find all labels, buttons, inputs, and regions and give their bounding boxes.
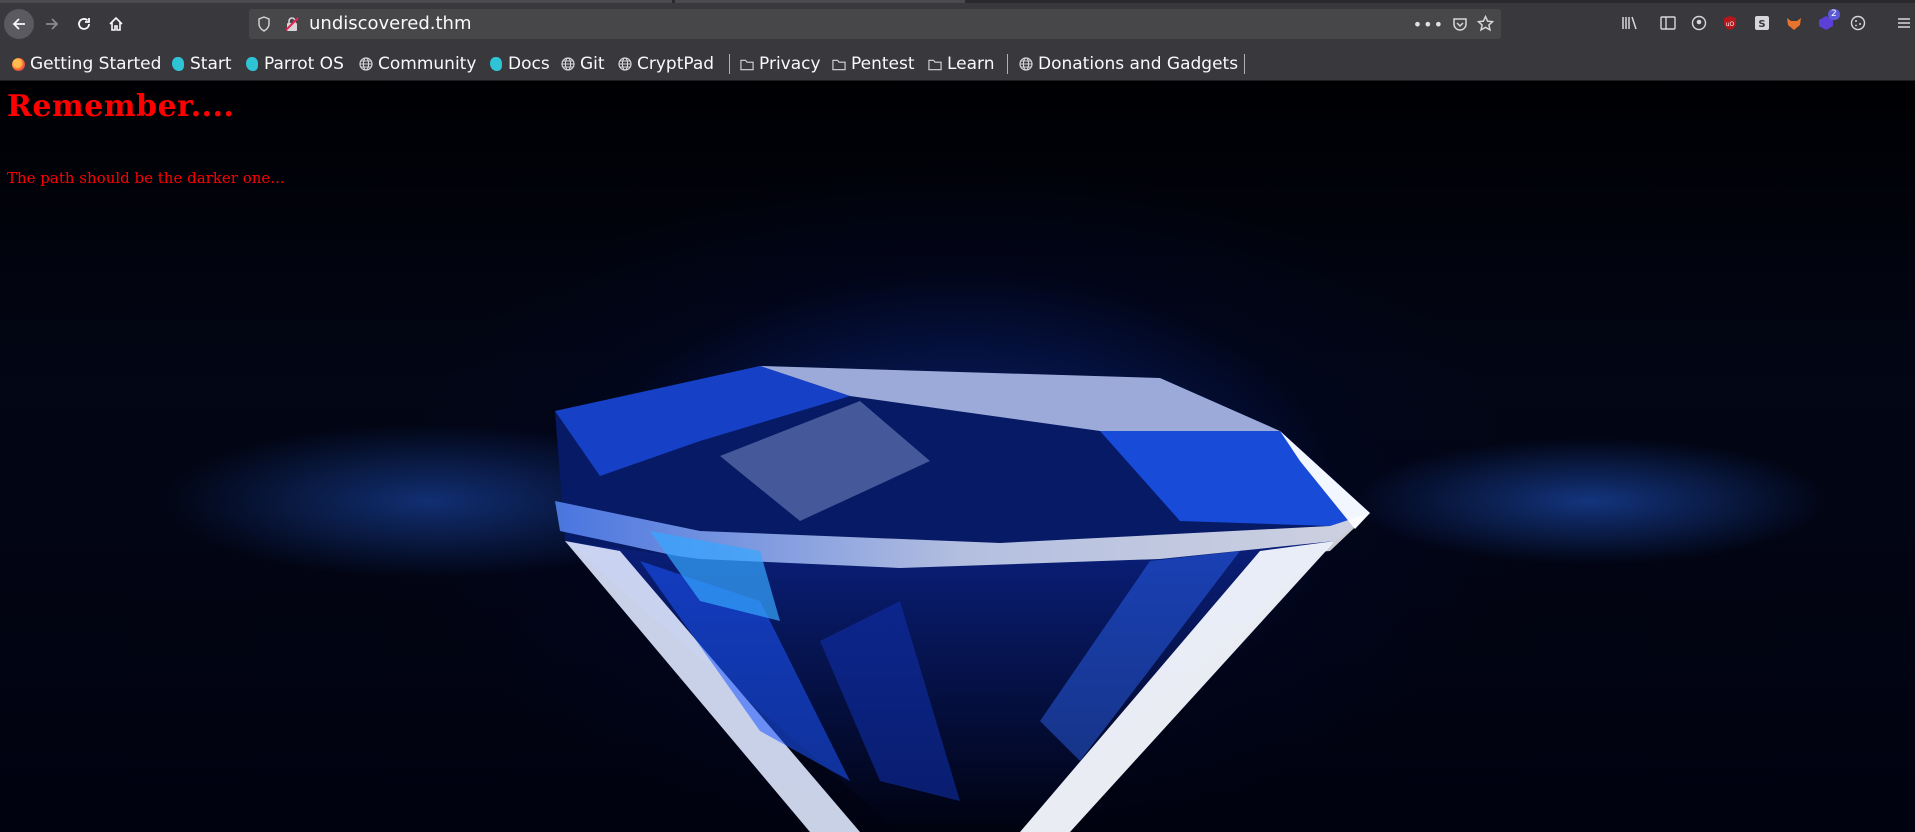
bookmark-community[interactable]: Community xyxy=(359,52,476,76)
folder-icon xyxy=(740,57,754,71)
tab-strip xyxy=(0,0,1915,3)
arrow-left-icon xyxy=(12,18,25,30)
back-button[interactable] xyxy=(4,9,34,39)
parrot-icon xyxy=(489,57,503,71)
svg-text:uO: uO xyxy=(1726,21,1735,28)
pocket-icon[interactable] xyxy=(1452,16,1468,32)
bookmark-label: CryptPad xyxy=(637,54,715,74)
bookmark-separator xyxy=(1007,54,1008,74)
bookmark-label: Privacy xyxy=(759,54,821,74)
star-icon[interactable] xyxy=(1477,15,1494,32)
bookmark-label: Donations and Gadgets xyxy=(1038,54,1239,74)
globe-icon xyxy=(561,57,575,71)
sidebar-icon[interactable] xyxy=(1658,13,1678,33)
library-icon[interactable] xyxy=(1620,13,1640,33)
shield-icon[interactable] xyxy=(257,16,271,32)
account-icon[interactable] xyxy=(1689,13,1709,33)
home-button[interactable] xyxy=(101,9,131,39)
insecure-lock-icon[interactable] xyxy=(285,16,299,32)
bookmark-folder-privacy[interactable]: Privacy xyxy=(740,52,821,76)
page-heading: Remember.... xyxy=(7,89,235,124)
bookmark-donations-and-gadgets[interactable]: Donations and Gadgets xyxy=(1019,52,1238,76)
reload-button[interactable] xyxy=(69,9,99,39)
bookmark-separator xyxy=(729,54,730,74)
bookmark-label: Parrot OS xyxy=(264,54,344,74)
extension-cube-icon[interactable]: 2 xyxy=(1816,9,1840,33)
bookmark-folder-pentest[interactable]: Pentest xyxy=(832,52,915,76)
tab-active[interactable] xyxy=(675,0,965,3)
parrot-icon xyxy=(171,57,185,71)
bookmark-folder-learn[interactable]: Learn xyxy=(928,52,995,76)
more-actions-icon[interactable]: ••• xyxy=(1413,15,1444,34)
bookmark-cryptpad[interactable]: CryptPad xyxy=(618,52,714,76)
folder-icon xyxy=(832,57,846,71)
browser-toolbar: undiscovered.thm ••• uO S 2 xyxy=(0,0,1915,47)
parrot-icon xyxy=(245,57,259,71)
menu-icon[interactable] xyxy=(1894,13,1914,33)
url-bar[interactable]: undiscovered.thm ••• xyxy=(249,9,1501,39)
bookmark-parrot-os[interactable]: Parrot OS xyxy=(245,52,344,76)
bookmark-separator xyxy=(1244,54,1245,74)
page-content: Remember.... The path should be the dark… xyxy=(0,81,1915,832)
bookmark-label: Learn xyxy=(947,54,995,74)
forward-button[interactable] xyxy=(37,9,67,39)
ublock-icon[interactable]: uO xyxy=(1720,13,1740,33)
tab-inactive[interactable] xyxy=(0,0,672,3)
diamond-image xyxy=(555,366,1370,832)
bookmark-label: Start xyxy=(190,54,232,74)
bookmark-label: Git xyxy=(580,54,605,74)
bookmark-getting-started[interactable]: Getting Started xyxy=(11,52,161,76)
folder-icon xyxy=(928,57,942,71)
firefox-icon xyxy=(11,57,25,71)
bookmark-label: Pentest xyxy=(851,54,915,74)
svg-text:S: S xyxy=(1758,19,1765,30)
url-text[interactable]: undiscovered.thm xyxy=(309,14,471,34)
reload-icon xyxy=(78,18,90,30)
extension-badge: 2 xyxy=(1828,9,1840,20)
bookmark-label: Community xyxy=(378,54,477,74)
globe-icon xyxy=(618,57,632,71)
home-icon xyxy=(109,16,123,31)
page-hint-text: The path should be the darker one... xyxy=(7,169,285,187)
arrow-right-icon xyxy=(46,18,59,30)
foxyproxy-icon[interactable] xyxy=(1784,13,1804,33)
bookmark-git[interactable]: Git xyxy=(561,52,605,76)
cookie-icon[interactable] xyxy=(1848,13,1868,33)
bookmark-label: Docs xyxy=(508,54,550,74)
globe-icon xyxy=(1019,57,1033,71)
bookmark-docs[interactable]: Docs xyxy=(489,52,550,76)
bookmark-label: Getting Started xyxy=(30,54,162,74)
bookmark-start[interactable]: Start xyxy=(171,52,232,76)
globe-icon xyxy=(359,57,373,71)
extension-s-icon[interactable]: S xyxy=(1752,13,1772,33)
bookmarks-bar: Getting Started Start Parrot OS Communit… xyxy=(0,47,1915,81)
